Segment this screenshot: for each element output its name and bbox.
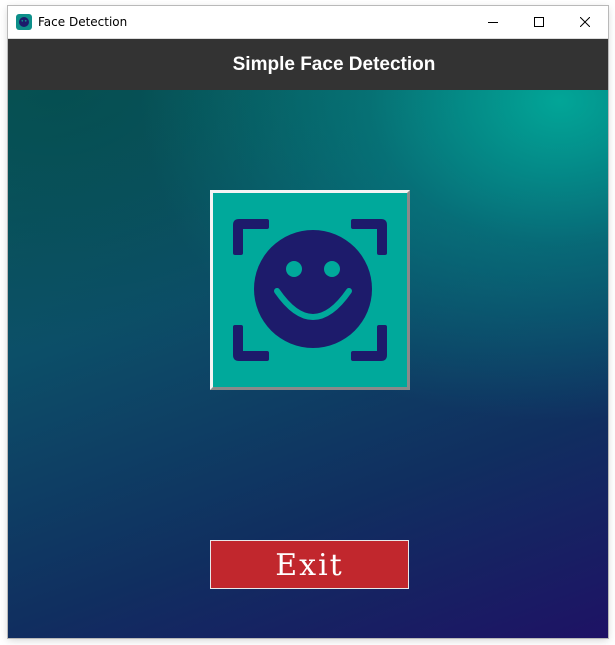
app-window: Face Detection Simple Face Detection Exi… — [8, 6, 608, 638]
main-panel: Exit — [8, 90, 608, 638]
face-detect-button[interactable] — [210, 190, 410, 390]
minimize-button[interactable] — [470, 6, 516, 38]
face-app-icon — [16, 14, 32, 30]
close-icon — [580, 17, 590, 27]
exit-button[interactable]: Exit — [210, 540, 409, 589]
minimize-icon — [488, 22, 498, 23]
face-scan-smiley-icon — [233, 219, 387, 361]
page-title: Simple Face Detection — [232, 54, 436, 75]
app-header: Simple Face Detection — [8, 39, 608, 90]
title-bar[interactable]: Face Detection — [8, 6, 608, 39]
window-title: Face Detection — [38, 15, 128, 29]
maximize-button[interactable] — [516, 6, 562, 38]
maximize-icon — [534, 17, 544, 27]
close-button[interactable] — [562, 6, 608, 38]
